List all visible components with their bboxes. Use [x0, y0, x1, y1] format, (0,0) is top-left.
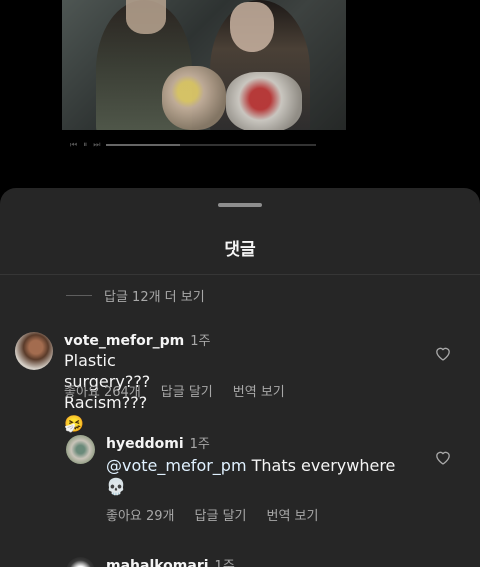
like-button[interactable]	[434, 449, 452, 465]
comment-username[interactable]: vote_mefor_pm	[64, 333, 184, 349]
pause-icon[interactable]: ⏸	[83, 140, 87, 150]
sheet-grabber-handle[interactable]	[218, 203, 262, 207]
avatar[interactable]	[66, 435, 95, 464]
video-face-right	[230, 2, 274, 52]
video-progress-fill	[106, 144, 180, 146]
view-more-replies-button[interactable]: 답글 12개 더 보기	[66, 286, 205, 305]
heart-outline-icon	[436, 451, 450, 465]
video-progress-bar[interactable]	[106, 144, 316, 146]
comment-header: vote_mefor_pm 1주	[64, 330, 210, 349]
comment-time: 1주	[214, 559, 235, 567]
skip-back-icon[interactable]: ⏮	[70, 140, 77, 150]
mention-link[interactable]: @vote_mefor_pm	[106, 456, 247, 475]
comment-time: 1주	[190, 334, 211, 349]
video-player[interactable]: ⏮ ⏸ ⏭	[0, 0, 480, 190]
comment-actions: 좋아요 264개 답글 달기 번역 보기	[64, 381, 285, 400]
like-button[interactable]	[434, 345, 452, 361]
reply-button[interactable]: 답글 달기	[161, 381, 213, 400]
video-bouquet-yellow	[162, 66, 226, 130]
video-face-left	[126, 0, 166, 34]
translate-button[interactable]: 번역 보기	[233, 381, 285, 400]
comment-header: mahalkomari 1주	[106, 555, 235, 567]
comment-header: hyeddomi 1주	[106, 433, 210, 452]
likes-count-button[interactable]: 좋아요 29개	[106, 505, 175, 524]
sneezing-face-emoji: 🤧	[64, 414, 84, 433]
heart-outline-icon	[436, 347, 450, 361]
sheet-divider	[0, 274, 480, 275]
video-controls: ⏮ ⏸ ⏭	[62, 138, 346, 152]
sheet-title: 댓글	[224, 240, 256, 260]
comment-username[interactable]: hyeddomi	[106, 436, 184, 452]
comment-username[interactable]: mahalkomari	[106, 558, 209, 567]
comment-time: 1주	[189, 437, 210, 452]
reply-button[interactable]: 답글 달기	[195, 505, 247, 524]
comment-body: Thats everywhere	[246, 456, 396, 475]
comment-text: @vote_mefor_pm Thats everywhere 💀	[106, 455, 426, 497]
view-replies-line	[66, 295, 92, 296]
skip-forward-icon[interactable]: ⏭	[93, 140, 100, 150]
translate-button[interactable]: 번역 보기	[267, 505, 319, 524]
video-frame[interactable]	[62, 0, 346, 130]
skull-emoji: 💀	[106, 477, 126, 496]
view-replies-label: 답글 12개 더 보기	[104, 290, 205, 305]
video-bouquet-red	[226, 72, 302, 130]
avatar[interactable]	[66, 557, 95, 567]
comment-actions: 좋아요 29개 답글 달기 번역 보기	[106, 505, 318, 524]
comments-sheet: 댓글 답글 12개 더 보기 vote_mefor_pm 1주 Plastic …	[0, 188, 480, 567]
avatar[interactable]	[15, 332, 53, 370]
likes-count-button[interactable]: 좋아요 264개	[64, 381, 141, 400]
